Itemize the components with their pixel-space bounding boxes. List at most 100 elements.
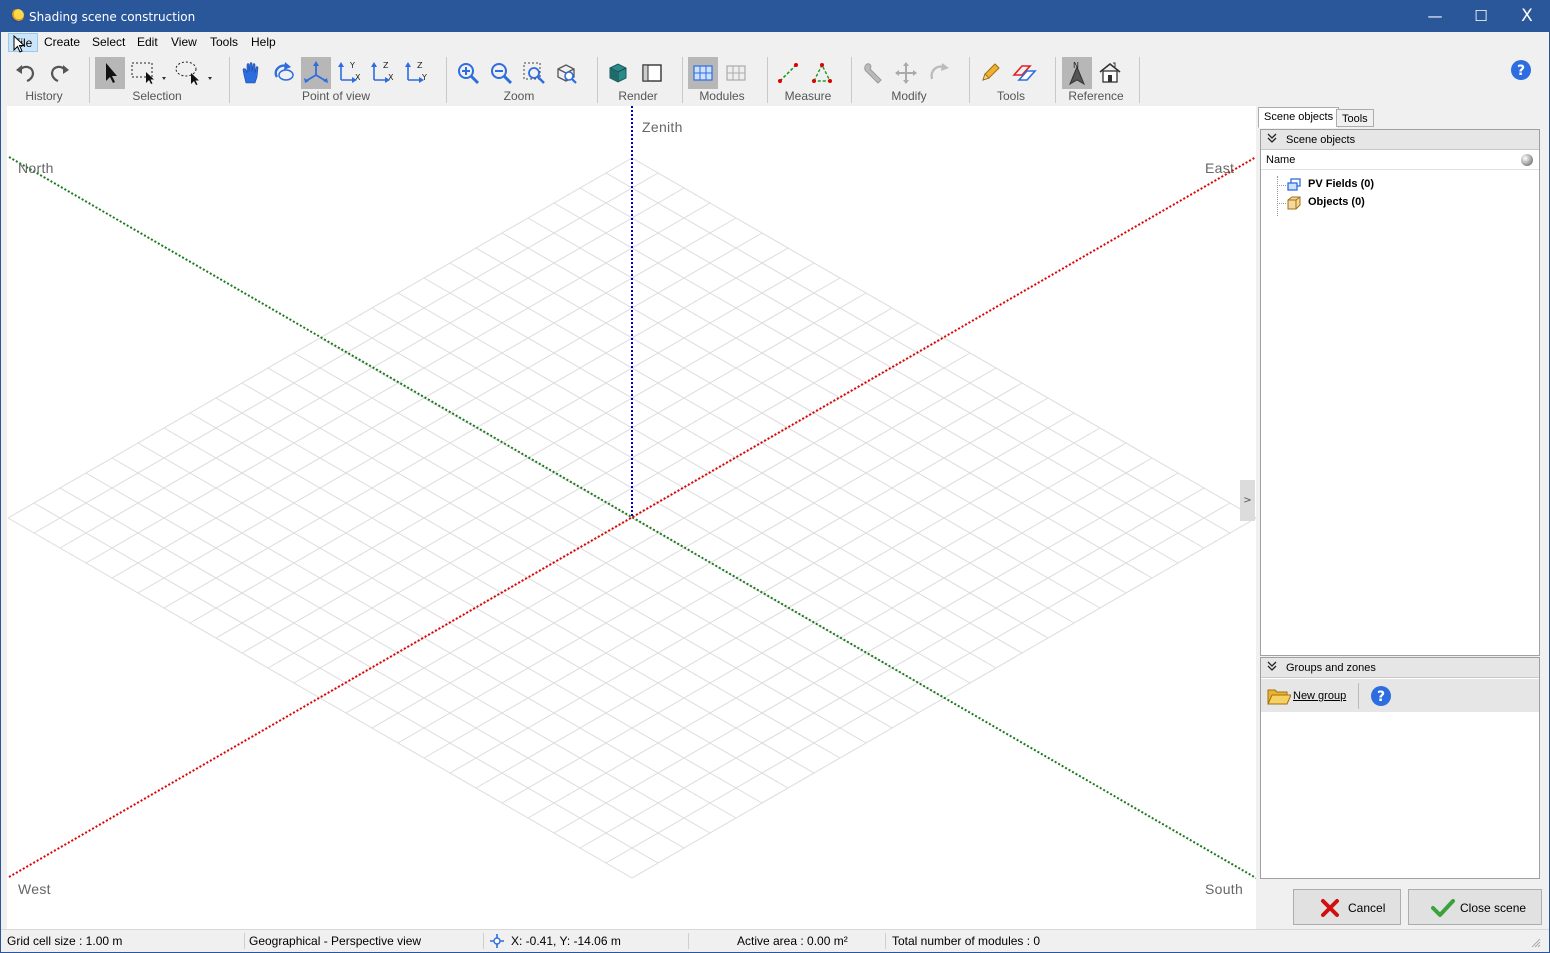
modify-rotate-icon[interactable] xyxy=(925,57,955,89)
groups-help-icon[interactable]: ? xyxy=(1370,685,1392,707)
menu-edit[interactable]: Edit xyxy=(137,35,158,49)
move-crosshair-icon xyxy=(490,934,504,948)
status-separator xyxy=(688,933,689,949)
new-group-button[interactable]: New group xyxy=(1265,685,1353,707)
reference-house-icon[interactable] xyxy=(1095,57,1125,89)
svg-text:Z: Z xyxy=(417,61,423,70)
toolbar-separator xyxy=(446,57,447,103)
scene-objects-header[interactable]: Scene objects xyxy=(1261,130,1539,150)
mouse-cursor-icon xyxy=(13,35,26,53)
close-scene-button[interactable]: Close scene xyxy=(1408,889,1542,925)
groups-zones-title: Groups and zones xyxy=(1286,662,1376,674)
rectangle-select-icon[interactable] xyxy=(129,57,169,89)
svg-text:?: ? xyxy=(1517,63,1525,79)
view-zy-icon[interactable]: ZY xyxy=(401,57,431,89)
group-label-history: History xyxy=(25,89,63,103)
west-label: West xyxy=(18,881,51,897)
menu-tools[interactable]: Tools xyxy=(210,35,238,49)
group-label-tools: Tools xyxy=(996,89,1025,103)
pv-fields-label: PV Fields (0) xyxy=(1308,178,1375,190)
east-west-axis xyxy=(8,156,1256,878)
modify-wrench-icon[interactable] xyxy=(858,57,888,89)
resize-grip-icon[interactable] xyxy=(1531,938,1541,948)
cancel-label: Cancel xyxy=(1348,901,1386,915)
modify-move-icon[interactable] xyxy=(891,57,921,89)
panel-collapse-handle[interactable]: > xyxy=(1240,480,1255,521)
zoom-out-icon[interactable] xyxy=(486,57,516,89)
collapse-chevron-icon[interactable] xyxy=(1267,660,1277,675)
group-label-selection: Selection xyxy=(132,89,182,103)
pan-hand-icon[interactable] xyxy=(236,57,266,89)
svg-text:?: ? xyxy=(1377,689,1385,705)
north-south-axis xyxy=(8,156,1256,879)
render-solid-icon[interactable] xyxy=(603,57,633,89)
group-label-zoom: Zoom xyxy=(503,89,535,103)
grid-cell-size: Grid cell size : 1.00 m xyxy=(7,934,123,948)
new-group-label: New group xyxy=(1293,690,1347,702)
render-wireframe-icon[interactable] xyxy=(637,57,667,89)
group-label-modules: Modules xyxy=(699,89,745,103)
toolbar-separator xyxy=(89,57,90,103)
scene-canvas[interactable] xyxy=(7,106,1256,929)
right-panel: Scene objects Tools Scene objects Name P… xyxy=(1257,106,1545,929)
modules-grid-icon[interactable] xyxy=(688,57,718,89)
menu-help[interactable]: Help xyxy=(251,35,276,49)
tab-scene-objects[interactable]: Scene objects xyxy=(1258,107,1340,128)
toolbar-separator xyxy=(682,57,683,103)
group-label-render: Render xyxy=(618,89,658,103)
svg-text:Y: Y xyxy=(349,61,355,70)
view-xz-icon[interactable]: ZX xyxy=(367,57,397,89)
scene-objects-panel: Scene objects Name PV Fields (0) Objects… xyxy=(1260,129,1540,656)
cancel-button[interactable]: Cancel xyxy=(1293,889,1401,925)
group-label-point-of-view: Point of view xyxy=(301,89,371,103)
tools-erase-icon[interactable] xyxy=(1009,57,1039,89)
north-arrow-icon[interactable]: N xyxy=(1062,57,1092,89)
collapse-chevron-icon[interactable] xyxy=(1267,132,1277,147)
pencil-icon[interactable] xyxy=(975,57,1005,89)
group-label-modify: Modify xyxy=(891,89,927,103)
axes-3d-view-icon[interactable] xyxy=(301,57,331,89)
zoom-in-icon[interactable] xyxy=(453,57,483,89)
undo-icon[interactable] xyxy=(11,57,41,89)
active-area: Active area : 0.00 m² xyxy=(737,934,848,948)
zoom-window-icon[interactable] xyxy=(519,57,549,89)
pv-field-icon xyxy=(1287,178,1301,191)
name-column-header[interactable]: Name xyxy=(1261,151,1539,170)
select-pointer-icon[interactable] xyxy=(95,57,125,89)
minimize-button[interactable]: — xyxy=(1412,1,1458,32)
scene-objects-title: Scene objects xyxy=(1286,134,1356,146)
checkmark-icon xyxy=(1431,899,1455,917)
tree-item-pv-fields[interactable]: PV Fields (0) xyxy=(1261,176,1539,194)
modules-table-icon[interactable] xyxy=(721,57,751,89)
status-separator xyxy=(483,933,484,949)
view-xy-icon[interactable]: YX xyxy=(334,57,364,89)
toolbar-separator xyxy=(1139,57,1140,103)
groups-zones-header[interactable]: Groups and zones xyxy=(1261,658,1539,678)
toolbar: History Selection YX ZX ZY Point of view… xyxy=(1,53,1549,105)
status-separator xyxy=(885,933,886,949)
close-window-button[interactable]: X xyxy=(1504,1,1550,32)
measure-distance-icon[interactable] xyxy=(773,57,803,89)
menu-select[interactable]: Select xyxy=(92,35,125,49)
status-separator xyxy=(244,933,245,949)
measure-angle-icon[interactable] xyxy=(807,57,837,89)
tree-item-objects[interactable]: Objects (0) xyxy=(1261,194,1539,212)
menu-create[interactable]: Create xyxy=(44,35,80,49)
redo-icon[interactable] xyxy=(44,57,74,89)
object-box-icon xyxy=(1287,196,1301,210)
3d-viewport[interactable]: Zenith North East West South > xyxy=(7,106,1256,929)
menu-view[interactable]: View xyxy=(171,35,197,49)
view-mode: Geographical - Perspective view xyxy=(249,934,422,948)
title-bar: Shading scene construction — ☐ X xyxy=(1,1,1549,32)
orbit-rotate-icon[interactable] xyxy=(269,57,299,89)
lasso-select-icon[interactable] xyxy=(173,57,215,89)
shading-scene-window: Shading scene construction — ☐ X File Cr… xyxy=(0,0,1550,953)
zoom-extents-icon[interactable] xyxy=(551,57,581,89)
cancel-x-icon xyxy=(1321,899,1339,917)
tab-tools[interactable]: Tools xyxy=(1336,109,1374,127)
group-label-reference: Reference xyxy=(1068,89,1124,103)
toolbar-separator xyxy=(1358,683,1359,709)
help-icon[interactable]: ? xyxy=(1510,59,1532,81)
maximize-button[interactable]: ☐ xyxy=(1458,1,1504,32)
south-label: South xyxy=(1205,881,1244,897)
